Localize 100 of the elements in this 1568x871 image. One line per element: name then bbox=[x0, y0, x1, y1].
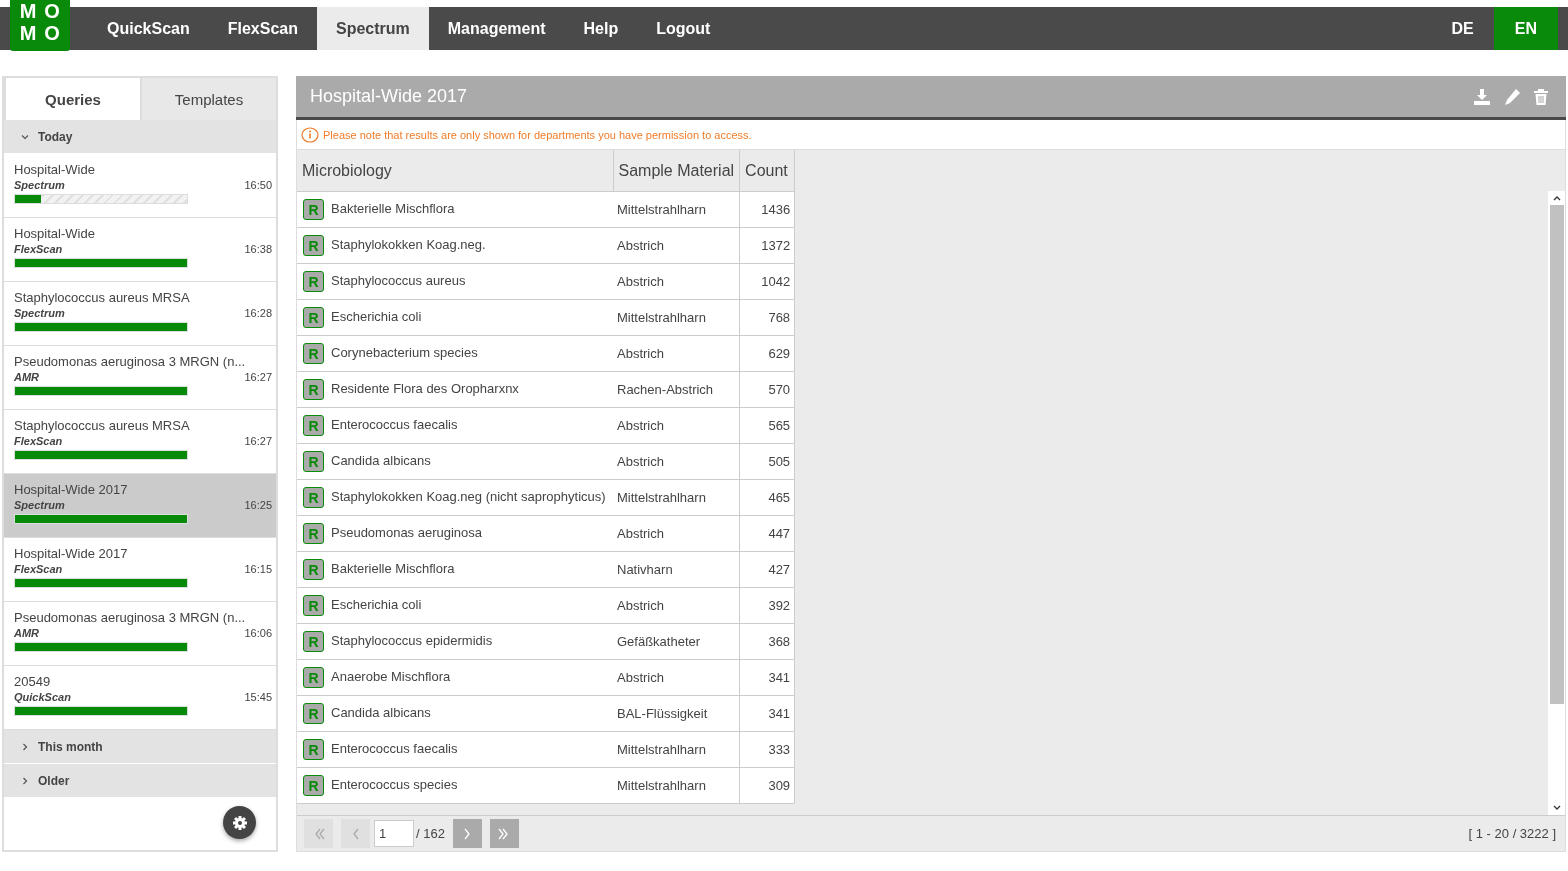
group-header[interactable]: Older bbox=[4, 764, 276, 798]
table-cell: R Pseudomonas aeruginosa bbox=[297, 515, 613, 552]
table-cell: Abstrich bbox=[613, 227, 740, 264]
scroll-up-icon[interactable] bbox=[1551, 194, 1562, 202]
nav-tab[interactable]: Help bbox=[564, 7, 638, 50]
query-time: 16:15 bbox=[244, 563, 272, 575]
page-input-field[interactable]: 1 bbox=[374, 820, 414, 847]
query-title: 20549 bbox=[14, 674, 52, 689]
table-cell: R Staphylococcus aureus bbox=[297, 263, 613, 300]
query-time: 15:45 bbox=[244, 691, 272, 703]
table-cell: R Enterococcus faecalis bbox=[297, 731, 613, 768]
query-type: QuickScan bbox=[14, 691, 71, 703]
query-type: FlexScan bbox=[14, 243, 63, 255]
table-cell: Abstrich bbox=[613, 443, 740, 480]
nav-tab[interactable]: Spectrum bbox=[316, 7, 429, 50]
table-cell: Abstrich bbox=[613, 335, 740, 372]
language-button[interactable]: DE bbox=[1431, 7, 1494, 50]
nav-tab[interactable]: QuickScan bbox=[88, 7, 209, 50]
query-type: AMR bbox=[14, 371, 40, 383]
column-header[interactable]: Count bbox=[739, 150, 795, 192]
table-cell: R Enterococcus faecalis bbox=[297, 407, 613, 444]
table-cell: R Candida albicans bbox=[297, 443, 613, 480]
last-page-button[interactable] bbox=[489, 819, 519, 848]
table-cell: 341 bbox=[739, 695, 795, 732]
query-item[interactable]: Hospital-Wide 2017 Spectrum 16:25 bbox=[4, 474, 276, 538]
query-time: 16:28 bbox=[244, 307, 272, 319]
query-item[interactable]: Pseudomonas aeruginosa 3 MRGN (n... AMR 16:06 bbox=[4, 602, 276, 666]
table-cell: 629 bbox=[739, 335, 795, 372]
table-cell: 333 bbox=[739, 731, 795, 768]
settings-button[interactable] bbox=[223, 806, 256, 839]
query-item[interactable]: Hospital-Wide 2017 FlexScan 16:15 bbox=[4, 538, 276, 602]
table-cell: Abstrich bbox=[613, 659, 740, 696]
query-item[interactable]: Pseudomonas aeruginosa 3 MRGN (n... AMR 16:27 bbox=[4, 346, 276, 410]
delete-icon[interactable] bbox=[1533, 87, 1549, 106]
column-header[interactable]: Sample Material bbox=[613, 150, 740, 192]
chevron-icon bbox=[21, 742, 29, 751]
scroll-down-icon[interactable] bbox=[1551, 804, 1562, 812]
query-item[interactable]: Staphylococcus aureus MRSA Spectrum 16:28 bbox=[4, 282, 276, 346]
language-button[interactable]: EN bbox=[1493, 7, 1558, 50]
query-type: Spectrum bbox=[14, 179, 65, 191]
query-title: Hospital-Wide 2017 bbox=[14, 482, 129, 497]
nav-tab[interactable]: FlexScan bbox=[208, 7, 317, 50]
table-cell: R Enterococcus species bbox=[297, 767, 613, 804]
table-cell: Abstrich bbox=[613, 407, 740, 444]
table-cell: 1372 bbox=[739, 227, 795, 264]
table-cell: 505 bbox=[739, 443, 795, 480]
query-time: 16:50 bbox=[244, 179, 272, 191]
table-cell: 1436 bbox=[739, 191, 795, 228]
query-item[interactable]: Hospital-Wide Spectrum 16:50 bbox=[4, 154, 276, 218]
query-time: 16:27 bbox=[244, 371, 272, 383]
table-cell: 427 bbox=[739, 551, 795, 588]
notice-text: Please note that results are only shown for departments you have permission to access. bbox=[323, 128, 752, 141]
table-cell: 768 bbox=[739, 299, 795, 336]
page-total: / 162 bbox=[416, 826, 445, 841]
next-page-button[interactable] bbox=[452, 819, 482, 848]
group-header[interactable]: Today bbox=[4, 120, 276, 154]
table-cell: Rachen-Abstrich bbox=[613, 371, 740, 408]
group-header[interactable]: This month bbox=[4, 730, 276, 764]
query-type: AMR bbox=[14, 627, 40, 639]
table-cell: 392 bbox=[739, 587, 795, 624]
chevron-icon bbox=[21, 132, 29, 141]
sidebar-tab[interactable]: Templates bbox=[140, 76, 276, 120]
table-cell: Mittelstrahlharn bbox=[613, 731, 740, 768]
table-cell: 570 bbox=[739, 371, 795, 408]
table-cell: 465 bbox=[739, 479, 795, 516]
query-title: Staphylococcus aureus MRSA bbox=[14, 418, 191, 433]
table-cell: Abstrich bbox=[613, 587, 740, 624]
table-cell: 368 bbox=[739, 623, 795, 660]
table-cell: R Bakterielle Mischflora bbox=[297, 551, 613, 588]
query-type: Spectrum bbox=[14, 307, 65, 319]
table-cell: Abstrich bbox=[613, 515, 740, 552]
query-title: Staphylococcus aureus MRSA bbox=[14, 290, 191, 305]
query-title: Pseudomonas aeruginosa 3 MRGN (n... bbox=[14, 610, 247, 625]
logo[interactable]: M O M O bbox=[10, 0, 70, 51]
query-time: 16:27 bbox=[244, 435, 272, 447]
query-title: Hospital-Wide 2017 bbox=[14, 546, 129, 561]
table-cell: R Staphylokokken Koag.neg. bbox=[297, 227, 613, 264]
result-range: [ 1 - 20 / 3222 ] bbox=[1468, 826, 1556, 841]
column-header[interactable]: Microbiology bbox=[297, 150, 613, 192]
table-cell: R Escherichia coli bbox=[297, 299, 613, 336]
scrollbar[interactable] bbox=[1548, 191, 1565, 815]
chevron-icon bbox=[21, 776, 29, 785]
query-time: 16:25 bbox=[244, 499, 272, 511]
table-cell: R Anaerobe Mischflora bbox=[297, 659, 613, 696]
table-cell: Gefäßkatheter bbox=[613, 623, 740, 660]
sidebar-tab[interactable]: Queries bbox=[4, 76, 140, 120]
table-cell: R Corynebacterium species bbox=[297, 335, 613, 372]
query-time: 16:06 bbox=[244, 627, 272, 639]
table-cell: R Staphylococcus epidermidis bbox=[297, 623, 613, 660]
edit-icon[interactable] bbox=[1503, 87, 1521, 106]
table-cell: 565 bbox=[739, 407, 795, 444]
query-type: Spectrum bbox=[14, 499, 65, 511]
nav-tab[interactable]: Logout bbox=[637, 7, 730, 50]
download-icon[interactable] bbox=[1473, 87, 1491, 106]
nav-tab[interactable]: Management bbox=[428, 7, 565, 50]
query-title: Pseudomonas aeruginosa 3 MRGN (n... bbox=[14, 354, 247, 369]
table-cell: 309 bbox=[739, 767, 795, 804]
table-cell: Mittelstrahlharn bbox=[613, 479, 740, 516]
query-item[interactable]: Hospital-Wide FlexScan 16:38 bbox=[4, 218, 276, 282]
table-cell: R Escherichia coli bbox=[297, 587, 613, 624]
